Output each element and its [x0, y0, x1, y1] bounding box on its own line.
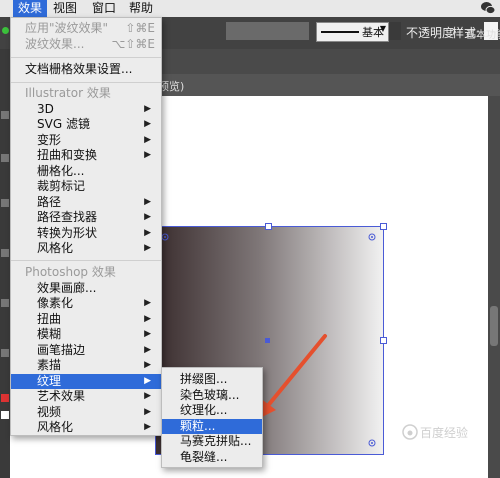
submenu-item-stained-glass[interactable]: 染色玻璃...: [162, 388, 262, 404]
menu-item-rasterize[interactable]: 栅格化...: [11, 164, 161, 180]
menu-item-label: 风格化: [37, 241, 74, 255]
menu-item-label: 马赛克拼贴...: [180, 434, 252, 448]
menu-item-label: 扭曲和变换: [37, 148, 98, 162]
menu-header-photoshop: Photoshop 效果: [11, 265, 161, 281]
menu-item-label: 颗粒...: [180, 418, 216, 433]
submenu-arrow-icon: ▶: [144, 243, 151, 253]
submenu-item-grain[interactable]: 颗粒...: [162, 418, 262, 434]
submenu-arrow-icon: ▶: [144, 298, 151, 308]
menu-item-pixelate[interactable]: 像素化 ▶: [11, 296, 161, 312]
menu-item-effect-gallery[interactable]: 效果画廊...: [11, 281, 161, 297]
menu-item-label: 变形: [37, 132, 62, 147]
menu-item-label: 效果画廊...: [37, 280, 97, 295]
menu-item-label: SVG 滤镜: [37, 117, 90, 131]
menu-item-last-effect[interactable]: 波纹效果... ⌥⇧⌘E: [11, 37, 161, 53]
submenu-arrow-icon: ▶: [144, 134, 151, 145]
menu-item-label: 画笔描边: [37, 342, 86, 357]
menu-item-label: 视频: [37, 404, 62, 419]
menu-item-label: 栅格化...: [37, 163, 85, 178]
menu-item-convert-to-shape[interactable]: 转换为形状 ▶: [11, 226, 161, 242]
texture-submenu: 拼缀图... 染色玻璃... 纹理化... 颗粒... 马赛克拼贴... 龟裂缝…: [161, 367, 263, 468]
menu-item-warp[interactable]: 变形 ▶: [11, 133, 161, 149]
submenu-arrow-icon: ▶: [144, 422, 151, 432]
watermark-text: 百度经验: [420, 426, 469, 440]
menu-item-texture[interactable]: 纹理 ▶: [11, 373, 161, 389]
menu-item-label: 模糊: [37, 327, 62, 341]
submenu-arrow-icon: ▶: [144, 119, 151, 129]
menu-item-label: 扭曲: [37, 311, 62, 326]
submenu-arrow-icon: ▶: [144, 406, 151, 417]
submenu-item-patchwork[interactable]: 拼缀图...: [162, 372, 262, 388]
menu-item-blur[interactable]: 模糊 ▶: [11, 327, 161, 343]
menu-item-distort-transform[interactable]: 扭曲和变换 ▶: [11, 148, 161, 164]
menu-item-document-raster-settings[interactable]: 文档栅格效果设置...: [11, 62, 161, 78]
watermark: 百度经验: [402, 424, 498, 440]
menu-item-label: 染色玻璃...: [180, 387, 240, 402]
menu-item-label: 路径查找器: [37, 210, 98, 224]
menu-item-stylize-illustrator[interactable]: 风格化 ▶: [11, 241, 161, 257]
menu-item-pathfinder[interactable]: 路径查找器 ▶: [11, 210, 161, 226]
menu-item-label: 文档栅格效果设置...: [25, 62, 133, 76]
submenu-arrow-icon: ▶: [144, 375, 151, 386]
submenu-arrow-icon: ▶: [144, 196, 151, 207]
submenu-arrow-icon: ▶: [144, 344, 151, 355]
menu-item-label: 龟裂缝...: [180, 449, 228, 464]
submenu-item-texturizer[interactable]: 纹理化...: [162, 403, 262, 419]
menu-header-label: Photoshop 效果: [25, 265, 116, 279]
menu-item-label: 像素化: [37, 296, 74, 310]
menu-item-label: 裁剪标记: [37, 179, 86, 193]
menu-item-label: 艺术效果: [37, 389, 86, 403]
baidu-paw-icon: [402, 424, 418, 440]
menu-item-label: 风格化: [37, 420, 74, 434]
menu-item-3d[interactable]: 3D ▶: [11, 102, 161, 118]
submenu-arrow-icon: ▶: [144, 391, 151, 401]
submenu-arrow-icon: ▶: [144, 150, 151, 160]
menu-item-apply-last-effect[interactable]: 应用"波纹效果" ⇧⌘E: [11, 21, 161, 37]
menu-item-shortcut: ⇧⌘E: [125, 21, 155, 35]
menu-item-label: 路径: [37, 194, 62, 209]
menu-item-label: 3D: [37, 101, 54, 116]
menu-header-illustrator: Illustrator 效果: [11, 86, 161, 102]
menu-separator: [11, 260, 161, 261]
menu-item-label: 素描: [37, 358, 62, 372]
submenu-arrow-icon: ▶: [144, 360, 151, 370]
menu-item-label: 纹理: [37, 373, 62, 388]
menu-item-video[interactable]: 视频 ▶: [11, 405, 161, 421]
menu-item-path[interactable]: 路径 ▶: [11, 195, 161, 211]
submenu-arrow-icon: ▶: [144, 329, 151, 339]
menu-item-artistic[interactable]: 艺术效果 ▶: [11, 389, 161, 405]
menu-item-label: 纹理化...: [180, 403, 228, 417]
menu-item-brush-strokes[interactable]: 画笔描边 ▶: [11, 343, 161, 359]
submenu-arrow-icon: ▶: [144, 103, 151, 114]
submenu-item-craquelure[interactable]: 龟裂缝...: [162, 450, 262, 466]
menu-item-label: 拼缀图...: [180, 372, 228, 386]
submenu-arrow-icon: ▶: [144, 212, 151, 222]
submenu-item-mosaic-tiles[interactable]: 马赛克拼贴...: [162, 434, 262, 450]
menu-separator: [11, 82, 161, 83]
menu-item-label: 波纹效果...: [25, 36, 85, 51]
menu-item-shortcut: ⌥⇧⌘E: [111, 36, 155, 51]
submenu-arrow-icon: ▶: [144, 227, 151, 238]
menu-item-svg-filters[interactable]: SVG 滤镜 ▶: [11, 117, 161, 133]
submenu-arrow-icon: ▶: [144, 313, 151, 324]
menu-item-sketch[interactable]: 素描 ▶: [11, 358, 161, 374]
menu-item-label: 转换为形状: [37, 225, 98, 240]
menu-item-distort[interactable]: 扭曲 ▶: [11, 312, 161, 328]
menu-item-crop-marks[interactable]: 裁剪标记: [11, 179, 161, 195]
menu-item-stylize-photoshop[interactable]: 风格化 ▶: [11, 420, 161, 436]
menu-separator: [11, 57, 161, 58]
menu-item-label: 应用"波纹效果": [25, 21, 109, 35]
effect-menu: 应用"波纹效果" ⇧⌘E 波纹效果... ⌥⇧⌘E 文档栅格效果设置... Il…: [10, 17, 162, 436]
menu-header-label: Illustrator 效果: [25, 86, 111, 100]
